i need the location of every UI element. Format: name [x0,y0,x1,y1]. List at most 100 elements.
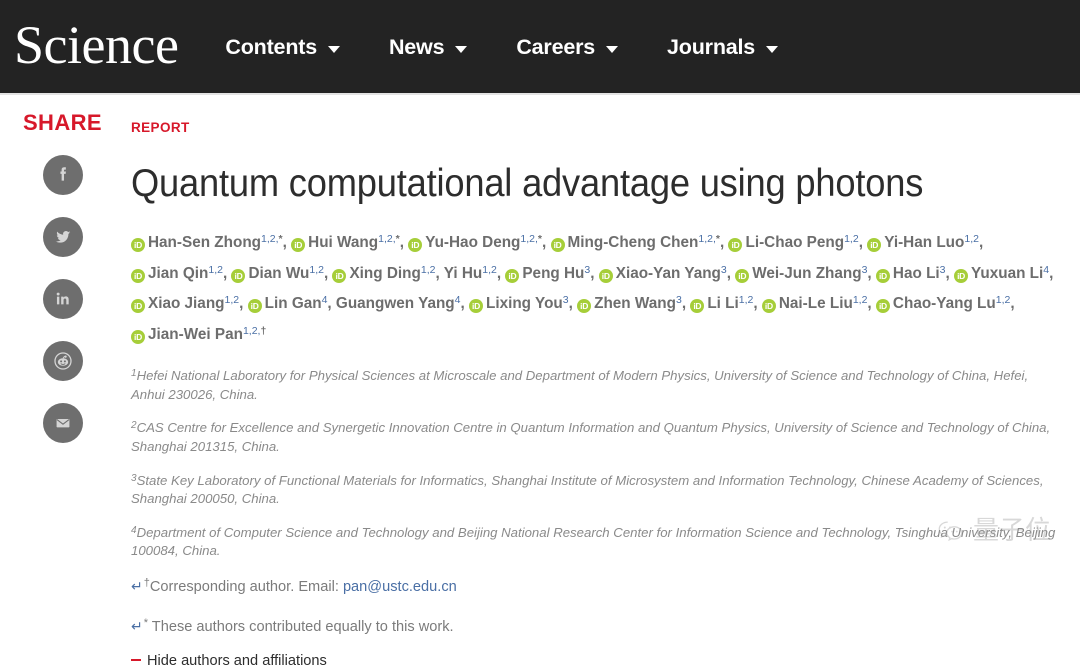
author-entry: iD Hui Wang1,2,* [291,233,400,253]
author-entry: iD Jian-Wei Pan1,2,† [131,325,266,344]
chevron-down-icon [327,45,340,53]
linkedin-icon[interactable] [42,279,83,319]
nav-item-journals[interactable]: Journals [667,35,779,60]
author-affiliation-marker[interactable]: 4 [455,294,461,306]
author-affiliation-marker[interactable]: 4 [322,294,328,306]
author-affiliation-marker[interactable]: 4 [1043,264,1049,276]
author-name[interactable]: Xing Ding [349,265,420,282]
reddit-icon[interactable] [42,341,83,381]
orcid-icon[interactable]: iD [728,238,743,253]
author-affiliation-marker[interactable]: 3 [563,294,569,306]
footnote-text: Corresponding author. Email: [149,578,343,595]
author-affiliation-marker[interactable]: 1,2 [964,233,979,245]
author-name[interactable]: Lixing You [486,295,563,312]
orcid-icon[interactable]: iD [875,268,890,283]
author-name[interactable]: Dian Wu [248,265,309,282]
author-affiliation-marker[interactable]: 3 [676,294,682,306]
author-affiliation-marker[interactable]: 1,2 [844,233,859,245]
author-name[interactable]: Xiao Jiang [148,295,225,312]
author-affiliation-marker[interactable]: 1,2 [309,264,324,276]
return-arrow-icon[interactable]: ↵ [131,618,143,634]
author-entry: iD Peng Hu3 [505,264,590,283]
hide-authors-toggle[interactable]: Hide authors and affiliations [131,653,1071,669]
author-name[interactable]: Peng Hu [522,265,584,282]
email-icon[interactable] [42,403,83,443]
author-name[interactable]: Hui Wang [308,234,378,251]
author-name[interactable]: Yuxuan Li [971,265,1043,282]
orcid-icon[interactable]: iD [408,238,423,253]
author-name[interactable]: Xiao-Yan Yang [616,265,721,282]
affiliation-marker: 1 [131,368,137,380]
author-affiliation-marker[interactable]: 1,2,* [520,233,542,245]
hide-authors-label: Hide authors and affiliations [147,652,327,669]
author-affiliation-marker[interactable]: 1,2 [225,294,240,306]
author-name[interactable]: Li Li [707,295,738,312]
author-name[interactable]: Zhen Wang [594,295,676,312]
nav-item-contents[interactable]: Contents [225,35,340,60]
author-name[interactable]: Jian-Wei Pan [148,326,243,343]
orcid-icon[interactable]: iD [550,238,565,253]
author-name[interactable]: Hao Li [893,265,940,282]
author-affiliation-marker[interactable]: 3 [721,264,727,276]
orcid-icon[interactable]: iD [468,299,483,314]
author-affiliation-marker[interactable]: 1,2,† [243,325,266,337]
author-name[interactable]: Yu-Hao Deng [425,234,520,251]
author-affiliation-marker[interactable]: 1,2,* [378,233,400,245]
author-name[interactable]: Guangwen Yang [336,295,455,312]
author-entry: Yi Hu1,2 [444,264,497,282]
orcid-icon[interactable]: iD [131,238,145,253]
author-affiliation-marker[interactable]: 1,2 [996,294,1011,306]
author-name[interactable]: Jian Qin [148,265,208,282]
author-name[interactable]: Nai-Le Liu [779,295,853,312]
facebook-icon[interactable] [42,155,83,195]
orcid-icon[interactable]: iD [131,299,145,314]
chevron-down-icon [766,45,779,53]
orcid-icon[interactable]: iD [954,268,969,283]
orcid-icon[interactable]: iD [291,238,306,253]
author-affiliation-marker[interactable]: 3 [584,264,590,276]
corresponding-email-link[interactable]: pan@ustc.edu.cn [343,579,457,595]
orcid-icon[interactable]: iD [131,329,145,344]
author-affiliation-marker[interactable]: 3 [940,264,946,276]
author-entry: iD Yi-Han Luo1,2 [867,233,979,253]
author-affiliation-marker[interactable]: 1,2 [739,294,754,306]
nav-item-careers[interactable]: Careers [516,35,619,60]
author-affiliation-marker[interactable]: 1,2 [208,264,223,276]
affiliation-item: 4Department of Computer Science and Tech… [131,524,1056,559]
author-name[interactable]: Wei-Jun Zhang [752,265,861,282]
author-entry: iD Yu-Hao Deng1,2,* [408,233,542,253]
author-affiliation-marker[interactable]: 1,2 [482,264,497,276]
author-entry: iD Xiao-Yan Yang3 [598,264,727,283]
orcid-icon[interactable]: iD [332,268,347,283]
share-label: SHARE [22,110,102,135]
author-affiliation-marker[interactable]: 1,2,* [261,233,283,245]
orcid-icon[interactable]: iD [867,238,882,253]
author-name[interactable]: Yi-Han Luo [884,234,964,251]
nav-item-label: Journals [667,35,756,59]
author-name[interactable]: Yi Hu [444,265,483,282]
author-entry: iD Wei-Jun Zhang3 [735,264,868,283]
author-affiliation-marker[interactable]: 1,2 [853,294,868,306]
orcid-icon[interactable]: iD [131,268,145,283]
author-name[interactable]: Lin Gan [265,295,322,312]
orcid-icon[interactable]: iD [875,299,890,314]
nav-item-news[interactable]: News [389,35,468,60]
twitter-icon[interactable] [42,217,83,257]
orcid-icon[interactable]: iD [690,299,705,314]
author-name[interactable]: Li-Chao Peng [745,234,844,251]
orcid-icon[interactable]: iD [735,268,750,283]
orcid-icon[interactable]: iD [247,299,262,314]
author-affiliation-marker[interactable]: 1,2,* [698,233,720,245]
orcid-icon[interactable]: iD [231,268,246,283]
orcid-icon[interactable]: iD [505,268,520,283]
orcid-icon[interactable]: iD [577,299,592,314]
orcid-icon[interactable]: iD [598,268,613,283]
orcid-icon[interactable]: iD [761,299,776,314]
science-logo[interactable]: Science [14,18,179,72]
author-entry: iD Li-Chao Peng1,2 [728,233,859,253]
author-affiliation-marker[interactable]: 3 [862,264,868,276]
author-name[interactable]: Han-Sen Zhong [148,234,261,251]
author-affiliation-marker[interactable]: 1,2 [421,264,436,276]
author-name[interactable]: Ming-Cheng Chen [568,234,699,251]
author-name[interactable]: Chao-Yang Lu [893,295,996,312]
